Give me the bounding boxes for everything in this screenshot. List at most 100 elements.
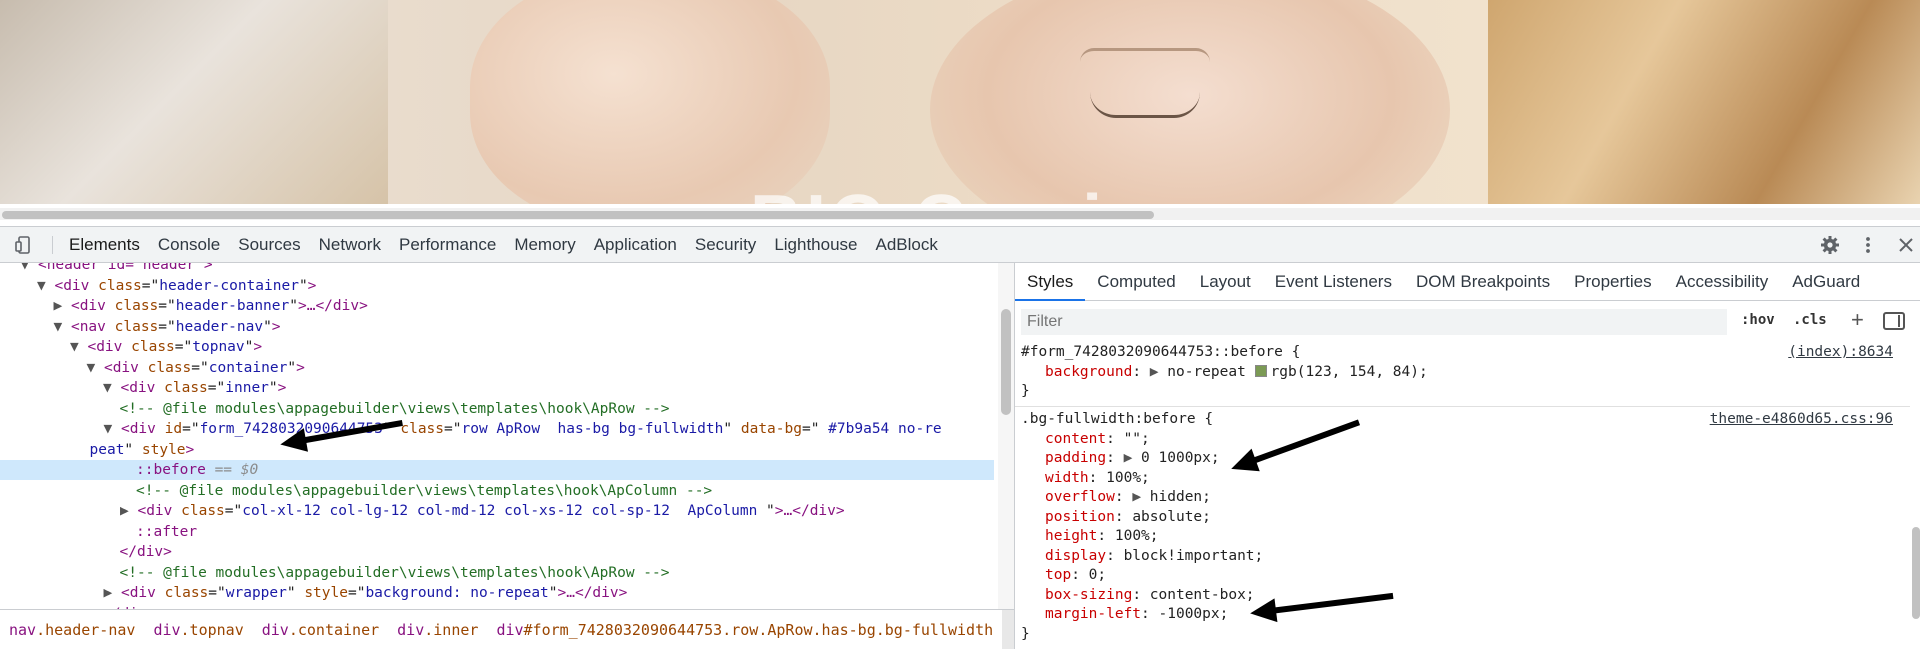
dom-node-line[interactable]: ▼ <div class="topnav"> xyxy=(70,337,262,357)
style-line[interactable]: display: block!important; xyxy=(1045,547,1263,566)
dom-node-line[interactable]: <!-- @file modules\appagebuilder\views\t… xyxy=(120,563,670,583)
tab-elements[interactable]: Elements xyxy=(60,227,149,263)
dom-node-line[interactable]: ▶ <div class="header-banner">…</div> xyxy=(54,296,368,316)
tab-network[interactable]: Network xyxy=(310,227,390,263)
color-swatch[interactable] xyxy=(1255,365,1267,377)
gear-icon[interactable] xyxy=(1820,235,1840,255)
subtab-styles[interactable]: Styles xyxy=(1015,263,1085,301)
dom-node-line[interactable]: </div> xyxy=(120,542,172,562)
breadcrumb-item[interactable]: div.inner xyxy=(388,610,487,649)
subtab-accessibility[interactable]: Accessibility xyxy=(1664,263,1781,301)
subtab-properties[interactable]: Properties xyxy=(1562,263,1663,301)
style-line[interactable]: background: ▶ no-repeat rgb(123, 154, 84… xyxy=(1045,363,1428,382)
expand-triangle-icon: ▶ xyxy=(1150,364,1167,380)
breadcrumb-item[interactable]: ::before xyxy=(1002,610,1014,649)
subtab-event-listeners[interactable]: Event Listeners xyxy=(1263,263,1404,301)
close-icon[interactable] xyxy=(1896,235,1916,255)
dom-node-line[interactable]: ▼ <div class="inner"> xyxy=(103,378,286,398)
style-line[interactable]: .bg-fullwidth:before { xyxy=(1021,410,1213,429)
style-line[interactable]: position: absolute; xyxy=(1045,508,1211,527)
pseudo-element: ::before xyxy=(136,462,206,478)
css-value: block!important; xyxy=(1124,548,1264,564)
elements-scrollbar-thumb[interactable] xyxy=(1001,309,1011,415)
dom-node-line[interactable]: ::before == $0 xyxy=(0,460,994,480)
html-comment: <!-- @file modules\appagebuilder\views\t… xyxy=(120,401,670,417)
css-property: display xyxy=(1045,548,1106,564)
subtab-computed[interactable]: Computed xyxy=(1085,263,1187,301)
dom-token xyxy=(89,278,98,294)
style-line[interactable]: } xyxy=(1021,625,1030,644)
dom-node-line[interactable]: <!-- @file modules\appagebuilder\views\t… xyxy=(120,399,670,419)
expand-triangle-icon: ▼ xyxy=(54,319,71,335)
css-value: no-repeat xyxy=(1167,364,1254,380)
hov-toggle[interactable]: :hov xyxy=(1741,312,1775,328)
tab-security[interactable]: Security xyxy=(686,227,765,263)
tag-name: <div xyxy=(87,339,122,355)
elements-tree[interactable]: ▼ <header id="header">▼ <div class="head… xyxy=(0,263,1014,609)
stylesheet-link[interactable]: (index):8634 xyxy=(1788,343,1893,362)
breadcrumb-class: .topnav xyxy=(181,621,244,639)
tab-sources[interactable]: Sources xyxy=(229,227,309,263)
style-line[interactable]: top: 0; xyxy=(1045,566,1106,585)
subtab-layout[interactable]: Layout xyxy=(1188,263,1263,301)
attr-name: class xyxy=(98,278,142,294)
dom-node-line[interactable]: peat" style> xyxy=(90,440,195,460)
tab-lighthouse[interactable]: Lighthouse xyxy=(765,227,866,263)
tab-application[interactable]: Application xyxy=(585,227,686,263)
breadcrumb-item[interactable]: div.container xyxy=(253,610,388,649)
dom-node-line[interactable]: ▼ <div class="container"> xyxy=(87,358,305,378)
style-line[interactable]: padding: ▶ 0 1000px; xyxy=(1045,449,1220,468)
breadcrumb-item[interactable]: nav.header-nav xyxy=(0,610,144,649)
tab-memory[interactable]: Memory xyxy=(505,227,584,263)
cls-toggle[interactable]: .cls xyxy=(1793,312,1827,328)
style-line[interactable]: box-sizing: content-box; xyxy=(1045,586,1255,605)
kebab-menu-icon[interactable] xyxy=(1858,235,1878,255)
preview-eye xyxy=(1090,92,1200,118)
dom-token: =" xyxy=(348,585,365,601)
style-line[interactable]: width: 100%; xyxy=(1045,469,1150,488)
horizontal-scrollbar-thumb[interactable] xyxy=(2,211,1154,219)
tag-name: <div xyxy=(137,503,172,519)
dom-node-line[interactable]: <!-- @file modules\appagebuilder\views\t… xyxy=(136,481,712,501)
dom-node-line[interactable]: ▼ <header id="header"> xyxy=(21,263,213,275)
filter-input[interactable] xyxy=(1021,309,1727,335)
dom-token: " xyxy=(723,421,740,437)
style-line[interactable]: overflow: ▶ hidden; xyxy=(1045,488,1211,507)
style-line[interactable]: } xyxy=(1021,382,1030,401)
breadcrumb-item[interactable]: div.topnav xyxy=(144,610,252,649)
dom-node-line[interactable]: ▼ <div id="form_7428032090644753" class=… xyxy=(104,419,942,439)
dom-node-line[interactable]: ::after xyxy=(136,522,197,542)
css-value: rgb(123, 154, 84); xyxy=(1271,364,1428,380)
new-style-rule-button[interactable]: + xyxy=(1851,307,1864,333)
subtab-dom-breakpoints[interactable]: DOM Breakpoints xyxy=(1404,263,1562,301)
expand-triangle-icon: ▶ xyxy=(104,585,121,601)
toggle-sidebar-icon[interactable] xyxy=(1883,312,1905,330)
css-value: -1000px; xyxy=(1159,606,1229,622)
tab-adblock[interactable]: AdBlock xyxy=(867,227,947,263)
subtab-adguard[interactable]: AdGuard xyxy=(1780,263,1872,301)
style-line[interactable]: height: 100%; xyxy=(1045,527,1159,546)
tab-console[interactable]: Console xyxy=(149,227,229,263)
stylesheet-link[interactable]: theme-e4860d65.css:96 xyxy=(1710,410,1893,429)
style-line[interactable]: #form_7428032090644753::before { xyxy=(1021,343,1300,362)
dom-token: =" xyxy=(802,421,819,437)
dom-node-line[interactable]: ▼ <nav class="header-nav"> xyxy=(54,317,281,337)
tag-name: </div> xyxy=(120,544,172,560)
breadcrumb-item[interactable]: div#form_7428032090644753.row.ApRow.has-… xyxy=(487,610,1002,649)
dom-node-line[interactable]: ▼ <div class="header-container"> xyxy=(37,276,316,296)
dom-token: " xyxy=(299,278,308,294)
preview-watermark-text: BIO Camis xyxy=(750,180,1150,204)
tag-close: > xyxy=(308,278,317,294)
dom-node-line[interactable]: ▶ <div class="col-xl-12 col-lg-12 col-md… xyxy=(120,501,845,521)
style-line[interactable]: margin-left: -1000px; xyxy=(1045,605,1228,624)
styles-scrollbar-thumb[interactable] xyxy=(1912,527,1920,619)
attr-name: data-bg xyxy=(741,421,802,437)
device-toggle-icon[interactable] xyxy=(14,235,34,255)
dom-node-line[interactable]: ▶ <div class="wrapper" style="background… xyxy=(104,583,628,603)
style-line[interactable]: content: ""; xyxy=(1045,430,1150,449)
attr-name: class xyxy=(115,319,159,335)
expand-triangle-icon: ▼ xyxy=(21,263,38,273)
css-property: padding xyxy=(1045,450,1106,466)
tab-performance[interactable]: Performance xyxy=(390,227,505,263)
toolbar-separator xyxy=(52,236,53,254)
